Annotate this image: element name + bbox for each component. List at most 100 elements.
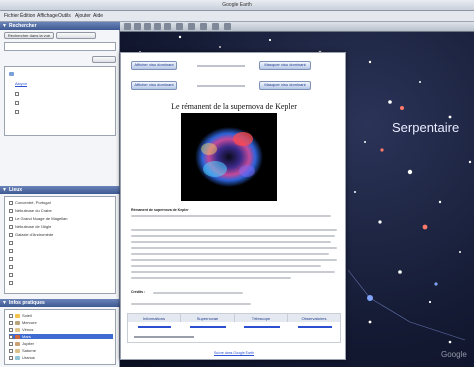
list-item[interactable]: Mercure	[9, 320, 37, 325]
window-title-bar: Google Earth	[0, 0, 474, 11]
list-item[interactable]: Soleil	[9, 313, 32, 318]
table-cell-link[interactable]	[138, 326, 171, 328]
list-item[interactable]: Mars	[9, 334, 113, 339]
toolbar-email-icon[interactable]	[212, 23, 219, 30]
checkbox[interactable]	[9, 208, 13, 213]
search-panel-header[interactable]: ▼ Rechercher	[0, 22, 120, 30]
body-text-line	[131, 271, 335, 273]
body-text-line	[131, 235, 335, 237]
checkbox[interactable]	[9, 320, 13, 325]
checkbox[interactable]	[9, 334, 13, 339]
footer-link[interactable]: Suivre dans Google Earth	[121, 351, 347, 355]
checkbox[interactable]	[9, 327, 13, 332]
table-cell-link[interactable]	[298, 326, 332, 328]
list-item[interactable]: Vénus	[9, 327, 33, 332]
layers-panel-header[interactable]: ▼ Infos pratiques	[0, 299, 120, 307]
menu-tools[interactable]: Outils	[58, 13, 71, 19]
list-item-label: Vénus	[22, 327, 34, 332]
checkbox[interactable]	[9, 224, 13, 229]
toolbar-path-icon[interactable]	[154, 23, 161, 30]
table-cell-link[interactable]	[244, 326, 280, 328]
checkbox[interactable]	[9, 216, 13, 221]
list-item-label: Galaxie d'Andromède	[15, 232, 54, 237]
checkbox[interactable]	[9, 248, 13, 253]
menu-file[interactable]: Fichier	[4, 13, 19, 19]
footer-link-text[interactable]: Suivre dans Google Earth	[214, 351, 254, 355]
table-header[interactable]: Supernovae	[181, 314, 235, 322]
checkbox[interactable]	[9, 232, 13, 237]
list-item-label: Soleil	[22, 313, 32, 318]
checkbox[interactable]	[9, 256, 13, 261]
menu-edit[interactable]: Édition	[20, 13, 35, 19]
list-item[interactable]	[15, 100, 21, 105]
list-item[interactable]	[9, 71, 16, 76]
checkbox[interactable]	[15, 91, 19, 96]
places-panel-header[interactable]: ▼ Lieux	[0, 186, 120, 194]
table-cell-link[interactable]	[190, 326, 226, 328]
list-item[interactable]: Saturne	[9, 348, 36, 353]
planet-icon	[15, 334, 20, 339]
checkbox[interactable]	[9, 341, 13, 346]
search-tab-view[interactable]: Rechercher dans la vue	[4, 32, 54, 39]
list-item[interactable]	[9, 264, 15, 269]
body-text-line	[131, 259, 337, 261]
search-go-button[interactable]	[92, 56, 116, 63]
button-label: Masquer visu dominant	[264, 82, 306, 87]
toolbar-sky-icon[interactable]	[188, 23, 195, 30]
hide-previous-button[interactable]: Masquer visu dominant	[259, 61, 311, 70]
checkbox[interactable]	[15, 100, 19, 105]
list-item[interactable]: Le Grand Nuage de Magellan	[9, 216, 67, 221]
menu-add[interactable]: Ajouter	[75, 13, 91, 19]
menu-view[interactable]: Affichage	[37, 13, 58, 19]
menu-help[interactable]: Aide	[93, 13, 103, 19]
checkbox[interactable]	[9, 348, 13, 353]
checkbox[interactable]	[9, 240, 13, 245]
planet-icon	[15, 320, 20, 325]
list-item[interactable]	[15, 109, 21, 114]
hide-next-button[interactable]: Masquer visu dominant	[259, 81, 311, 90]
list-item[interactable]: Nébuleuse du Crabe	[9, 208, 52, 213]
list-item[interactable]	[9, 240, 15, 245]
sun-icon	[15, 313, 20, 318]
list-item[interactable]: Alcyon	[15, 81, 27, 86]
checkbox[interactable]	[9, 200, 13, 205]
toolbar-print-icon[interactable]	[224, 23, 231, 30]
list-item[interactable]: Concentré, Portugal	[9, 200, 51, 205]
list-item[interactable]: Galaxie d'Andromède	[9, 232, 53, 237]
toolbar-placemark-icon[interactable]	[134, 23, 141, 30]
table-header[interactable]: Informations	[128, 314, 181, 322]
google-watermark: Google	[441, 350, 467, 359]
search-input[interactable]	[4, 42, 116, 51]
checkbox[interactable]	[15, 109, 19, 114]
body-text-line	[131, 253, 329, 255]
checkbox[interactable]	[9, 272, 13, 277]
list-item[interactable]	[9, 256, 15, 261]
toolbar-overlay-icon[interactable]	[164, 23, 171, 30]
show-previous-button[interactable]: Afficher visu dominant	[131, 61, 177, 70]
list-item[interactable]: Uranus	[9, 355, 35, 360]
list-item[interactable]: Nébuleuse de l'Aigle	[9, 224, 51, 229]
checkbox[interactable]	[9, 355, 13, 360]
body-text-line	[131, 277, 291, 279]
toolbar-ruler-icon[interactable]	[200, 23, 207, 30]
list-item[interactable]	[15, 91, 21, 96]
table-header[interactable]: Observatoires	[288, 314, 340, 322]
planet-icon	[15, 348, 20, 353]
list-item[interactable]	[9, 272, 15, 277]
collapse-triangle-icon[interactable]: ▼	[2, 23, 7, 29]
toolbar-polygon-icon[interactable]	[144, 23, 151, 30]
popup-note	[197, 65, 245, 67]
list-item[interactable]	[9, 280, 15, 285]
collapse-triangle-icon[interactable]: ▼	[2, 187, 7, 193]
list-item[interactable]: Jupiter	[9, 341, 34, 346]
checkbox[interactable]	[9, 313, 13, 318]
collapse-triangle-icon[interactable]: ▼	[2, 300, 7, 306]
toolbar-tour-icon[interactable]	[176, 23, 183, 30]
search-tab-other[interactable]	[56, 32, 96, 39]
table-header[interactable]: Télescope	[235, 314, 288, 322]
list-item[interactable]	[9, 248, 15, 253]
checkbox[interactable]	[9, 264, 13, 269]
show-next-button[interactable]: Afficher visu dominant	[131, 81, 177, 90]
toolbar-hide-sidebar-icon[interactable]	[124, 23, 131, 30]
checkbox[interactable]	[9, 280, 13, 285]
